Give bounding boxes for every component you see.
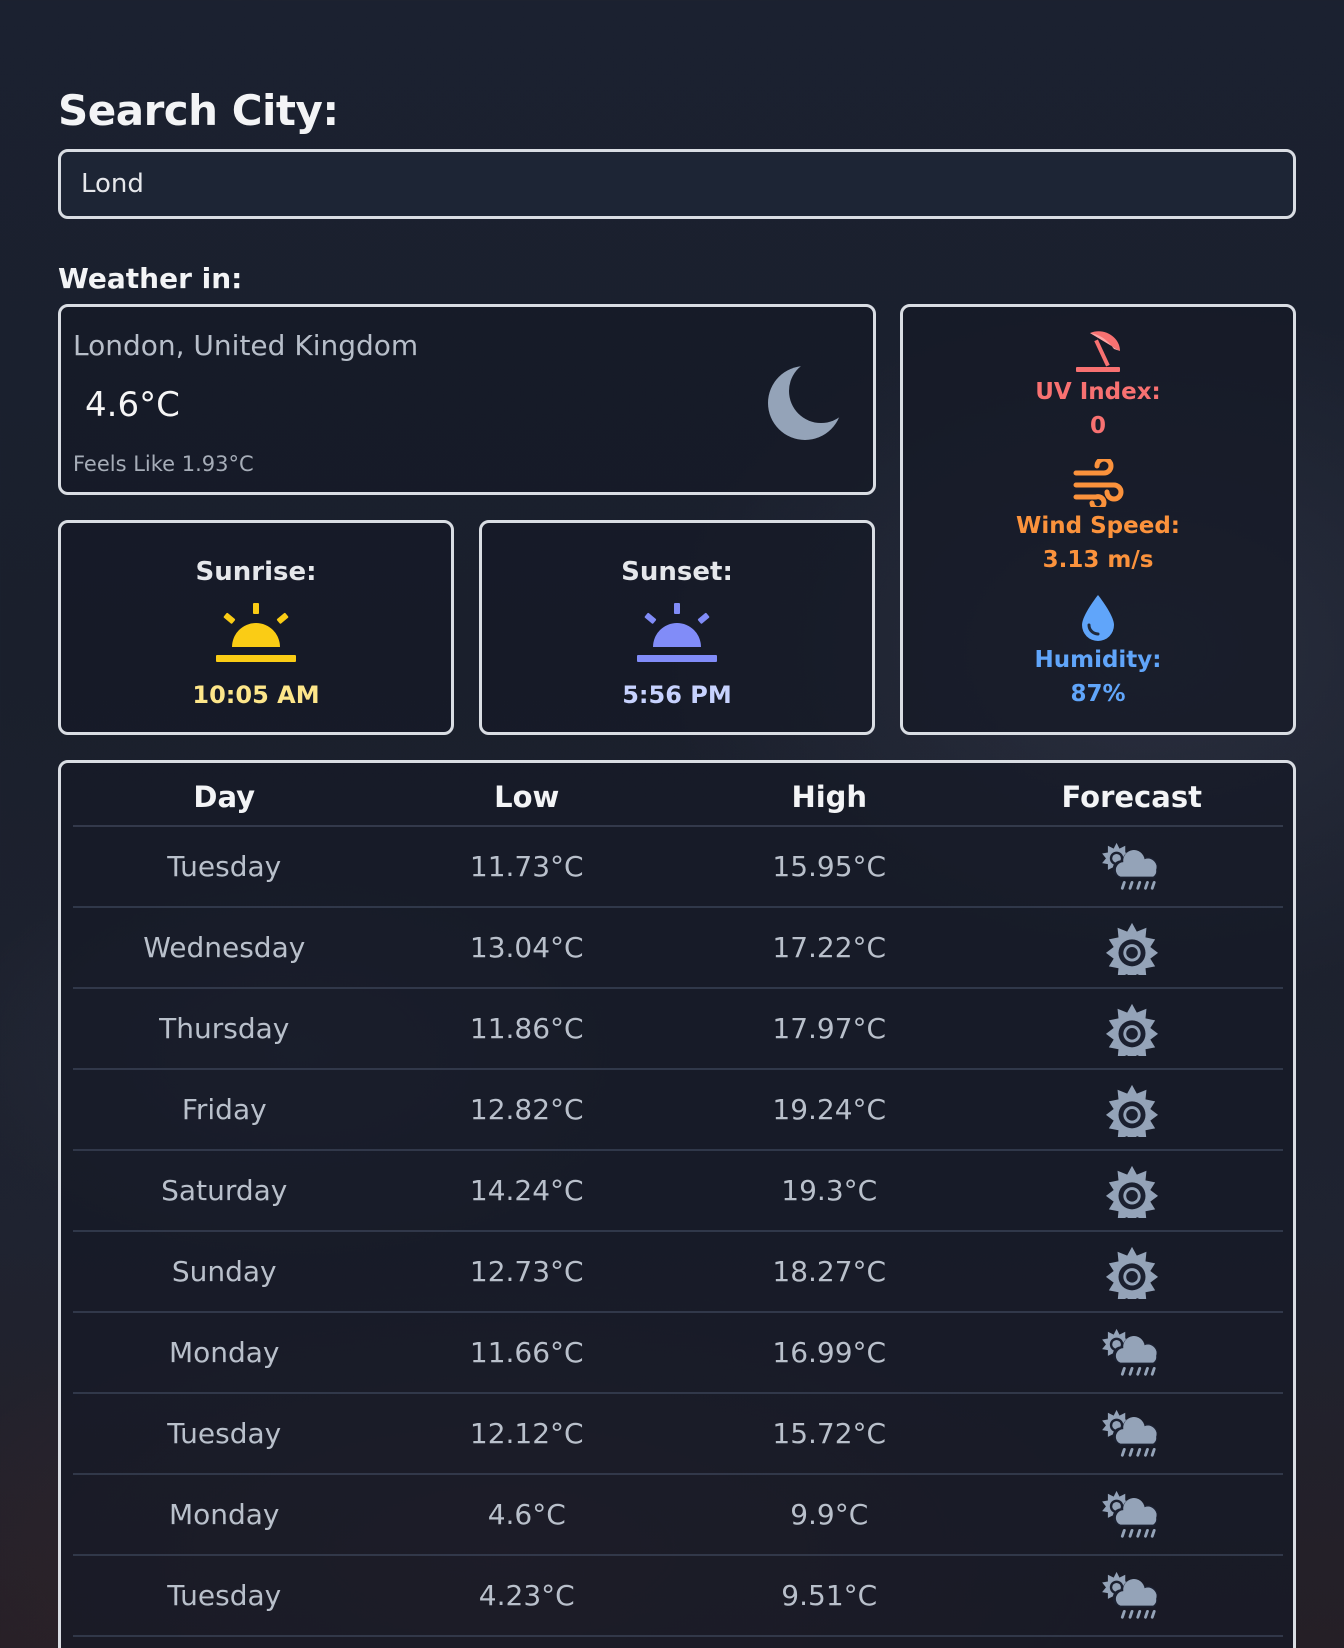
low-cell: 12.73°C xyxy=(469,1255,584,1288)
sunset-icon xyxy=(637,603,717,662)
day-cell: Friday xyxy=(181,1093,267,1126)
sunrise-label: Sunrise: xyxy=(195,557,317,587)
sun-rain-cloud-icon xyxy=(1100,1326,1159,1376)
sun-rain-cloud-icon xyxy=(1100,1488,1159,1538)
high-cell: 18.27°C xyxy=(772,1255,887,1288)
sun-icon xyxy=(1105,1246,1158,1299)
table-row: Sunday 12.73°C 18.27°C xyxy=(73,1232,1283,1313)
sun-rain-cloud-icon xyxy=(1100,840,1159,890)
sunrise-icon xyxy=(216,603,296,662)
high-cell: 15.95°C xyxy=(772,850,887,883)
sunset-card: Sunset: 5:56 PM xyxy=(479,520,875,735)
low-cell: 12.82°C xyxy=(469,1093,584,1126)
low-cell: 4.23°C xyxy=(478,1579,575,1612)
forecast-cell xyxy=(981,840,1284,894)
current-temperature: 4.6°C xyxy=(85,385,180,425)
stats-card: UV Index: 0 Wind Speed: 3.13 m/s Humidit… xyxy=(900,304,1296,735)
header-low: Low xyxy=(494,780,560,814)
day-cell: Tuesday xyxy=(167,1579,282,1612)
low-cell: 4.6°C xyxy=(487,1498,566,1531)
low-cell: 11.73°C xyxy=(469,850,584,883)
sun-icon xyxy=(1105,1165,1158,1218)
table-row: Saturday 14.24°C 19.3°C xyxy=(73,1151,1283,1232)
day-cell: Saturday xyxy=(161,1174,288,1207)
table-row: Tuesday 12.12°C 15.72°C xyxy=(73,1394,1283,1475)
current-weather-card: London, United Kingdom 4.6°C Feels Like … xyxy=(58,304,876,495)
sunset-label: Sunset: xyxy=(621,557,733,587)
low-cell: 12.12°C xyxy=(469,1417,584,1450)
feels-like: Feels Like 1.93°C xyxy=(73,452,254,476)
table-row: Tuesday 11.73°C 15.95°C xyxy=(73,827,1283,908)
sunrise-time: 10:05 AM xyxy=(192,681,320,709)
sun-icon xyxy=(1105,1084,1158,1137)
forecast-cell xyxy=(981,1326,1284,1380)
forecast-cell xyxy=(981,1488,1284,1542)
high-cell: 16.99°C xyxy=(772,1336,887,1369)
search-title: Search City: xyxy=(58,86,339,135)
high-cell: 17.22°C xyxy=(772,931,887,964)
sun-rain-cloud-icon xyxy=(1100,1569,1159,1619)
sun-rain-cloud-icon xyxy=(1100,1407,1159,1457)
humidity-value: 87% xyxy=(1070,681,1126,707)
day-cell: Wednesday xyxy=(143,931,306,964)
wind-label: Wind Speed: xyxy=(1016,513,1180,539)
uv-value: 0 xyxy=(1089,413,1106,439)
low-cell: 13.04°C xyxy=(469,931,584,964)
forecast-cell xyxy=(981,1164,1284,1218)
low-cell: 14.24°C xyxy=(469,1174,584,1207)
forecast-cell xyxy=(981,1569,1284,1623)
wind-icon xyxy=(1073,459,1124,507)
city-search-input[interactable] xyxy=(58,149,1296,219)
forecast-cell xyxy=(981,1083,1284,1137)
day-cell: Monday xyxy=(168,1336,280,1369)
table-row: Monday 11.66°C 16.99°C xyxy=(73,1313,1283,1394)
day-cell: Sunday xyxy=(171,1255,277,1288)
humidity-label: Humidity: xyxy=(1034,647,1162,673)
forecast-cell xyxy=(981,1002,1284,1056)
sunrise-card: Sunrise: 10:05 AM xyxy=(58,520,454,735)
droplet-icon xyxy=(1082,595,1114,641)
high-cell: 19.24°C xyxy=(772,1093,887,1126)
forecast-table-card: Day Low High Forecast Tuesday 11.73°C 15.9… xyxy=(58,760,1296,1648)
forecast-cell xyxy=(981,1245,1284,1299)
sun-icon xyxy=(1105,922,1158,975)
low-cell: 11.66°C xyxy=(469,1336,584,1369)
high-cell: 9.51°C xyxy=(781,1579,878,1612)
table-row: Tuesday 4.23°C 9.51°C xyxy=(73,1556,1283,1637)
day-cell: Monday xyxy=(168,1498,280,1531)
table-row: Thursday 11.86°C 17.97°C xyxy=(73,989,1283,1070)
day-cell: Thursday xyxy=(159,1012,290,1045)
table-row: Monday 4.6°C 9.9°C xyxy=(73,1475,1283,1556)
low-cell: 11.86°C xyxy=(469,1012,584,1045)
forecast-table: Day Low High Forecast Tuesday 11.73°C 15.9… xyxy=(73,763,1283,1637)
uv-label: UV Index: xyxy=(1035,379,1161,405)
sun-icon xyxy=(1105,1003,1158,1056)
header-day: Day xyxy=(193,780,256,814)
header-high: High xyxy=(791,780,868,814)
table-row: Friday 12.82°C 19.24°C xyxy=(73,1070,1283,1151)
high-cell: 15.72°C xyxy=(772,1417,887,1450)
day-cell: Tuesday xyxy=(167,850,282,883)
table-row: Wednesday 13.04°C 17.22°C xyxy=(73,908,1283,989)
moon-icon xyxy=(768,366,842,440)
wind-value: 3.13 m/s xyxy=(1042,547,1154,573)
high-cell: 19.3°C xyxy=(781,1174,878,1207)
forecast-cell xyxy=(981,1407,1284,1461)
forecast-table-header: Day Low High Forecast xyxy=(73,763,1283,827)
day-cell: Tuesday xyxy=(167,1417,282,1450)
sunset-time: 5:56 PM xyxy=(622,681,732,709)
umbrella-beach-icon xyxy=(1076,331,1120,372)
location-name: London, United Kingdom xyxy=(73,329,419,362)
forecast-cell xyxy=(981,921,1284,975)
high-cell: 9.9°C xyxy=(790,1498,869,1531)
weather-heading: Weather in: xyxy=(58,262,243,295)
header-forecast: Forecast xyxy=(1061,780,1202,814)
high-cell: 17.97°C xyxy=(772,1012,887,1045)
